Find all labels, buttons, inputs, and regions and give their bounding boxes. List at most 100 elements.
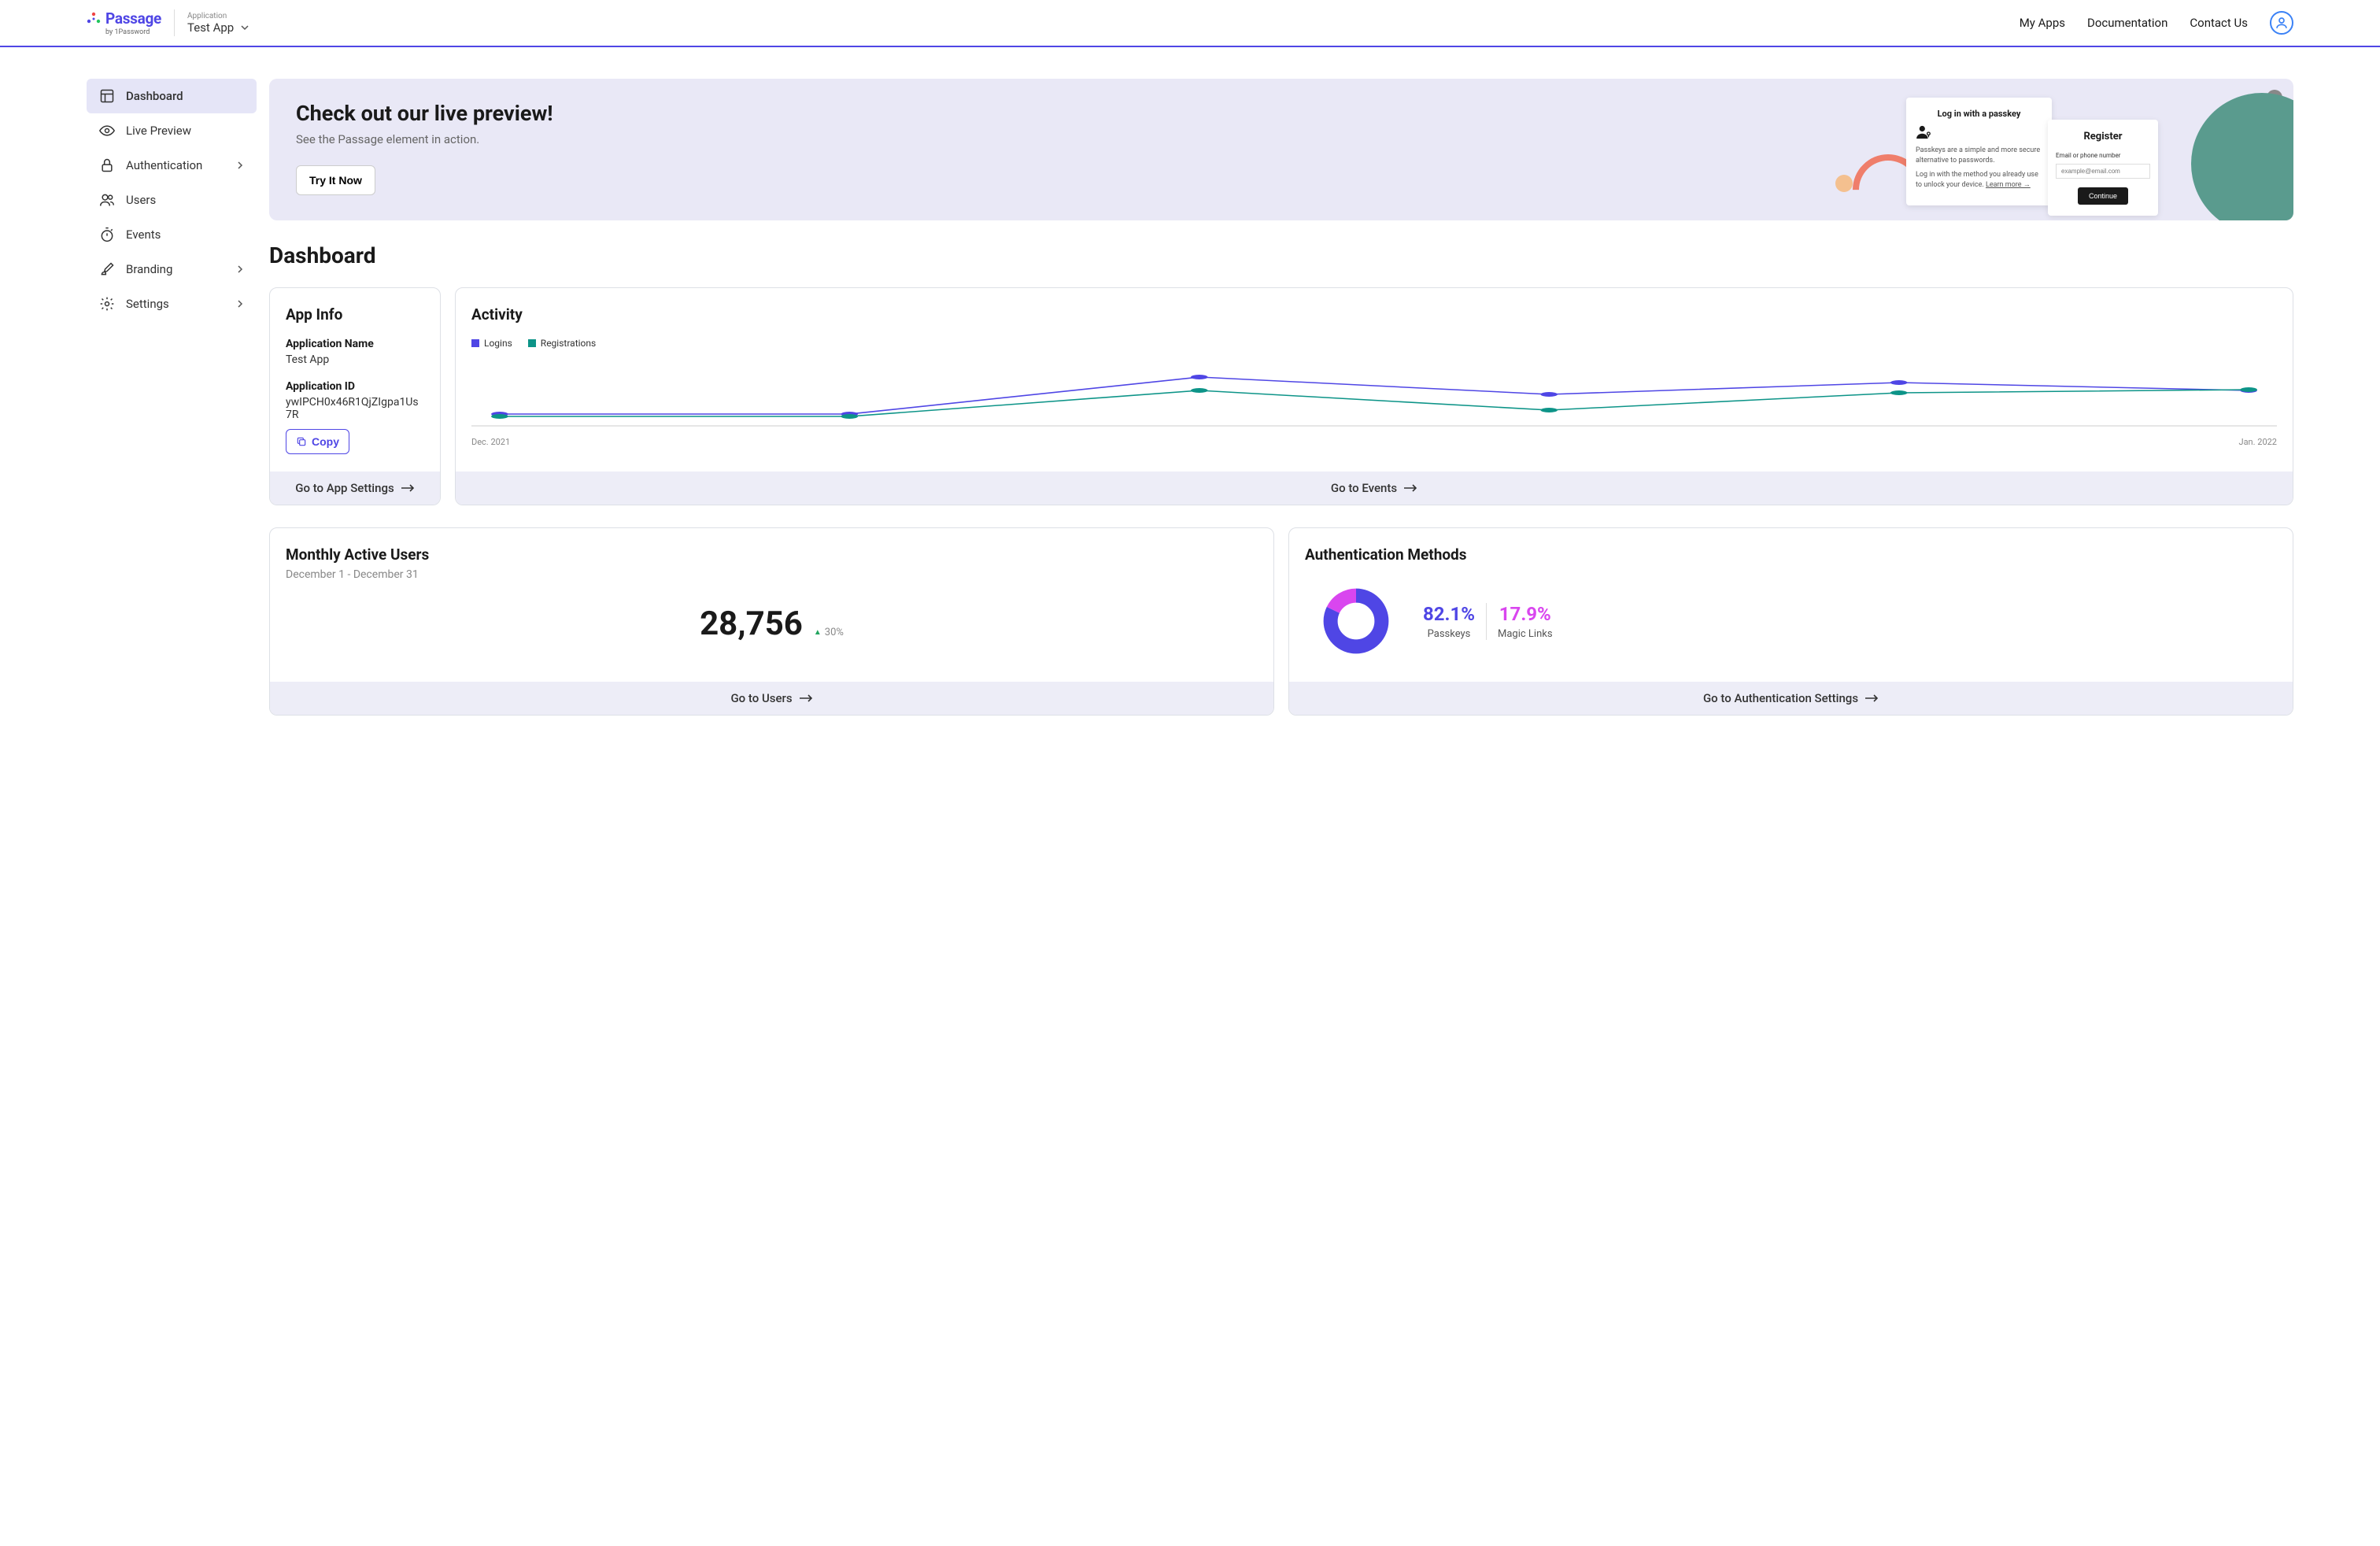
app-name-label: Application Name	[286, 338, 424, 350]
stat-magic: 17.9% Magic Links	[1498, 603, 1553, 640]
sidebar-item-events[interactable]: Events	[87, 217, 257, 252]
sidebar-item-users[interactable]: Users	[87, 183, 257, 217]
legend-logins: Logins	[471, 338, 512, 349]
sidebar-item-dashboard[interactable]: Dashboard	[87, 79, 257, 113]
chevron-right-icon	[236, 300, 244, 308]
footer-label: Go to Authentication Settings	[1703, 691, 1858, 705]
go-to-events-button[interactable]: Go to Events	[456, 472, 2293, 505]
activity-legend: Logins Registrations	[471, 338, 2277, 349]
legend-registrations-label: Registrations	[541, 338, 596, 349]
chevron-right-icon	[236, 161, 244, 169]
header-nav: My Apps Documentation Contact Us	[2020, 11, 2293, 35]
stat-passkeys: 82.1% Passkeys	[1423, 603, 1475, 640]
sidebar-item-branding[interactable]: Branding	[87, 252, 257, 287]
preview-login-p1: Passkeys are a simple and more secure al…	[1916, 146, 2042, 165]
mau-delta: ▲ 30%	[814, 627, 844, 638]
avatar-button[interactable]	[2270, 11, 2293, 35]
app-id-value: ywIPCH0x46R1QjZIgpa1Us7R	[286, 396, 424, 421]
legend-swatch-logins	[471, 339, 479, 347]
app-name-value: Test App	[286, 353, 424, 366]
logo-text: Passage	[105, 9, 161, 28]
footer-label: Go to App Settings	[295, 481, 394, 495]
sidebar-item-label: Settings	[126, 297, 169, 311]
lock-icon	[99, 157, 115, 173]
activity-title: Activity	[471, 305, 2277, 324]
sidebar-item-label: Branding	[126, 262, 172, 276]
decorative-circle-big	[2191, 93, 2293, 220]
stat-divider	[1486, 603, 1487, 640]
app-selector-label: Application	[187, 12, 249, 20]
header-left: Passage by 1Password Application Test Ap…	[87, 9, 249, 36]
decorative-circle-small	[1835, 175, 1853, 192]
magic-pct: 17.9%	[1498, 603, 1553, 625]
sidebar-item-settings[interactable]: Settings	[87, 287, 257, 321]
activity-card: Activity Logins Registrations Dec.	[455, 287, 2293, 505]
page-title: Dashboard	[269, 242, 2293, 268]
triangle-up-icon: ▲	[814, 628, 822, 637]
cards-row-2: Monthly Active Users December 1 - Decemb…	[269, 527, 2293, 716]
mau-card: Monthly Active Users December 1 - Decemb…	[269, 527, 1274, 716]
sidebar-item-label: Users	[126, 193, 156, 207]
preview-field-label: Email or phone number	[2056, 152, 2150, 159]
preview-login-card: Log in with a passkey Passkeys are a sim…	[1906, 98, 2052, 205]
logo-mark-icon	[87, 12, 101, 26]
go-to-app-settings-button[interactable]: Go to App Settings	[270, 472, 440, 505]
preview-login-title: Log in with a passkey	[1916, 109, 2042, 119]
sidebar: Dashboard Live Preview Authentication Users…	[87, 79, 257, 738]
footer-label: Go to Events	[1331, 481, 1397, 495]
passkeys-label: Passkeys	[1423, 628, 1475, 640]
mau-delta-value: 30%	[825, 627, 844, 638]
go-to-auth-settings-button[interactable]: Go to Authentication Settings	[1289, 682, 2293, 715]
app-info-title: App Info	[286, 305, 424, 324]
sidebar-item-label: Dashboard	[126, 89, 183, 103]
legend-swatch-registrations	[528, 339, 536, 347]
person-key-icon	[1916, 125, 2042, 139]
nav-documentation[interactable]: Documentation	[2087, 16, 2168, 30]
mau-range: December 1 - December 31	[286, 568, 1258, 581]
hero-banner: ✕ Check out our live preview! See the Pa…	[269, 79, 2293, 220]
stopwatch-icon	[99, 227, 115, 242]
try-it-now-button[interactable]: Try It Now	[296, 165, 375, 195]
sidebar-item-authentication[interactable]: Authentication	[87, 148, 257, 183]
sidebar-item-label: Events	[126, 227, 161, 242]
axis-end: Jan. 2022	[2239, 437, 2278, 447]
users-icon	[99, 192, 115, 208]
go-to-users-button[interactable]: Go to Users	[270, 682, 1273, 715]
chevron-right-icon	[236, 265, 244, 273]
eye-icon	[99, 123, 115, 139]
content-area: ✕ Check out our live preview! See the Pa…	[269, 79, 2293, 738]
mau-value: 28,756	[700, 605, 803, 643]
logo-subtext: by 1Password	[105, 28, 161, 36]
nav-my-apps[interactable]: My Apps	[2020, 16, 2065, 30]
copy-button[interactable]: Copy	[286, 429, 349, 454]
magic-label: Magic Links	[1498, 628, 1553, 640]
sidebar-item-live-preview[interactable]: Live Preview	[87, 113, 257, 148]
auth-title: Authentication Methods	[1305, 546, 2277, 564]
auth-donut-chart	[1321, 586, 1391, 656]
arrow-right-icon	[1403, 483, 1417, 493]
logo-block[interactable]: Passage by 1Password	[87, 9, 175, 36]
arrow-right-icon	[1864, 693, 1879, 703]
header-bar: Passage by 1Password Application Test Ap…	[0, 0, 2380, 47]
dashboard-icon	[99, 88, 115, 104]
brush-icon	[99, 261, 115, 277]
preview-email-input	[2056, 164, 2150, 179]
auth-stats: 82.1% Passkeys 17.9% Magic Links	[1423, 603, 2261, 640]
cards-row-1: App Info Application Name Test App Appli…	[269, 287, 2293, 505]
sidebar-item-label: Live Preview	[126, 124, 191, 138]
activity-axis: Dec. 2021 Jan. 2022	[471, 437, 2277, 447]
nav-contact[interactable]: Contact Us	[2190, 16, 2248, 30]
preview-continue-button: Continue	[2078, 187, 2128, 205]
preview-register-card: Register Email or phone number Continue	[2048, 120, 2158, 216]
hero-graphics: Log in with a passkey Passkeys are a sim…	[1868, 79, 2293, 220]
legend-logins-label: Logins	[484, 338, 512, 349]
app-id-label: Application ID	[286, 380, 424, 393]
axis-start: Dec. 2021	[471, 437, 510, 447]
copy-label: Copy	[312, 435, 339, 448]
copy-icon	[296, 436, 307, 447]
preview-register-title: Register	[2056, 131, 2150, 142]
activity-line-chart	[471, 363, 2277, 434]
footer-label: Go to Users	[730, 691, 792, 705]
passkeys-pct: 82.1%	[1423, 603, 1475, 625]
app-selector[interactable]: Application Test App	[187, 12, 249, 35]
